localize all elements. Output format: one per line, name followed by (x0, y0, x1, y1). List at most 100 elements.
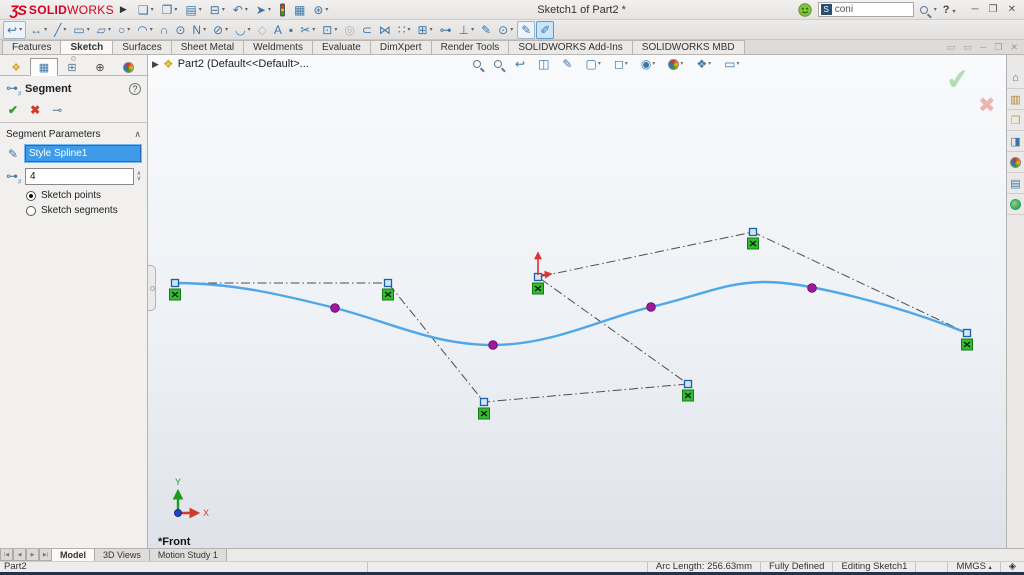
text-icon[interactable]: A (271, 22, 285, 38)
sheet-nav-button-1[interactable]: ◀ (13, 549, 26, 561)
radio-sketch-points[interactable]: Sketch points (0, 188, 147, 203)
undo-icon[interactable]: ↶▾ (230, 2, 251, 18)
mirror-entities-icon[interactable]: ⋈ (376, 22, 394, 38)
menu-flyout-arrow[interactable]: ▶ (120, 4, 127, 15)
spline-fit-point-0[interactable] (331, 304, 340, 313)
ribbon-tab-dimxpert[interactable]: DimXpert (370, 40, 432, 54)
ribbon-tab-sheet-metal[interactable]: Sheet Metal (171, 40, 244, 54)
display-style-icon[interactable]: ◻▾ (611, 56, 631, 72)
perimeter-circle-icon[interactable]: ⊙ (172, 22, 188, 38)
centerpoint-arc-icon[interactable]: ◠▾ (134, 22, 156, 38)
displaymanager-tab[interactable] (114, 58, 142, 76)
graphics-viewport[interactable]: YX*Front ▶ ❖ Part2 (Default<<Default>...… (148, 55, 1006, 548)
radio-button-selected[interactable] (26, 191, 36, 201)
sheet-nav-button-3[interactable]: ▶| (39, 549, 52, 561)
trim-entities-icon-dropdown[interactable]: ▾ (312, 23, 315, 37)
new-document-icon[interactable]: ❏▾ (135, 2, 157, 18)
dimxpertmanager-tab[interactable]: ⊕ (86, 58, 114, 76)
keep-visible-pin-icon[interactable]: ⊸ (52, 103, 62, 117)
spline-control-point-5[interactable] (750, 229, 757, 236)
doc-window-control-2[interactable]: ─ (980, 42, 986, 53)
task-pane-list-icon[interactable]: ▦ (291, 2, 308, 18)
minimize-button[interactable]: ─ (972, 4, 979, 15)
forum-icon[interactable] (1007, 194, 1024, 215)
ribbon-tab-surfaces[interactable]: Surfaces (112, 40, 171, 54)
search-input[interactable] (835, 4, 905, 15)
segment-parameters-section-header[interactable]: Segment Parameters ∧ (0, 123, 147, 142)
ribbon-tab-features[interactable]: Features (2, 40, 61, 54)
line-icon[interactable]: ╱▾ (51, 22, 69, 38)
units-selector[interactable]: MMGS ▴ (947, 562, 999, 572)
help-button[interactable]: ? ▾ (943, 4, 956, 16)
conic-icon[interactable]: ⊘▾ (210, 22, 231, 38)
spline-control-point-2[interactable] (481, 399, 488, 406)
bottom-tab-model[interactable]: Model (52, 549, 95, 561)
exit-sketch-icon-dropdown[interactable]: ▾ (19, 23, 22, 37)
circle-icon[interactable]: ○▾ (115, 22, 133, 38)
section-view-icon[interactable]: ◫ (535, 56, 552, 72)
spline-icon[interactable]: N▾ (189, 22, 209, 38)
spline-icon-dropdown[interactable]: ▾ (203, 23, 206, 37)
add-relation-icon[interactable]: ⊥▾ (456, 22, 477, 38)
spline-control-point-1[interactable] (385, 280, 392, 287)
ribbon-tab-weldments[interactable]: Weldments (243, 40, 313, 54)
open-icon[interactable]: ❐▾ (159, 2, 181, 18)
linear-sketch-pattern-icon-dropdown[interactable]: ▾ (408, 23, 411, 37)
cancel-button[interactable]: ✖ (30, 103, 40, 117)
featuremanager-tab[interactable]: ❖ (2, 58, 30, 76)
smart-dimension-icon[interactable]: ↔▾ (27, 22, 50, 38)
hide-show-items-icon-dropdown[interactable]: ▾ (652, 57, 655, 71)
display-delete-relations-icon-dropdown[interactable]: ▾ (430, 23, 433, 37)
design-library-icon[interactable]: ▥ (1007, 89, 1024, 110)
segment-icon[interactable]: ⊶ (437, 22, 455, 38)
edit-sketch-icon[interactable]: ✎ (517, 21, 535, 39)
sketch-fillet-icon-dropdown[interactable]: ▾ (248, 23, 251, 37)
exit-sketch-icon[interactable]: ↩▾ (3, 21, 26, 39)
apply-scene-icon[interactable]: ❖▾ (693, 56, 714, 72)
appearances-icon[interactable] (1007, 152, 1024, 173)
options-gear-icon-dropdown[interactable]: ▾ (325, 3, 328, 17)
edit-appearance-icon[interactable]: ▾ (665, 56, 686, 72)
select-icon[interactable]: ➤▾ (253, 2, 274, 18)
sketch-origin-x-arrow[interactable] (541, 274, 551, 275)
tree-expand-icon[interactable]: ▶ (152, 59, 159, 70)
display-style-icon-dropdown[interactable]: ▾ (625, 57, 628, 71)
centerpoint-arc-icon-dropdown[interactable]: ▾ (150, 23, 153, 37)
ribbon-tab-solidworks-add-ins[interactable]: SOLIDWORKS Add-Ins (508, 40, 632, 54)
style-spline-curve[interactable] (175, 282, 967, 345)
linear-sketch-pattern-icon[interactable]: ∷▾ (395, 22, 414, 38)
circle-icon-dropdown[interactable]: ▾ (127, 23, 130, 37)
options-gear-icon[interactable]: ⊛▾ (310, 2, 331, 18)
save-icon[interactable]: ▤▾ (182, 2, 204, 18)
print-icon[interactable]: ⊟▾ (207, 2, 228, 18)
spline-control-point-6[interactable] (964, 330, 971, 337)
active-tool-icon[interactable]: ✐ (536, 21, 554, 39)
traffic-light-icon[interactable] (276, 2, 289, 18)
display-delete-relations-icon[interactable]: ⊞▾ (415, 22, 436, 38)
radio-button[interactable] (26, 206, 36, 216)
dynamic-annotation-icon[interactable]: ✎ (559, 56, 575, 72)
close-button[interactable]: ✕ (1008, 4, 1016, 15)
hide-show-items-icon[interactable]: ◉▾ (638, 56, 659, 72)
view-settings-icon-dropdown[interactable]: ▾ (736, 57, 739, 71)
feature-tree-breadcrumb[interactable]: ▶ ❖ Part2 (Default<<Default>... (152, 57, 309, 71)
confirm-sketch-icon[interactable]: ✔ (944, 62, 971, 97)
spinner-down-icon[interactable]: ∨ (137, 177, 141, 182)
straight-slot-icon[interactable]: ▱▾ (94, 22, 114, 38)
search-dropdown-icon[interactable]: ▾ (934, 6, 937, 13)
collapse-chevron-icon[interactable]: ∧ (134, 129, 141, 140)
panel-help-icon[interactable]: ? (129, 83, 141, 95)
ribbon-tab-sketch[interactable]: Sketch (60, 40, 113, 54)
spline-control-point-3[interactable] (685, 381, 692, 388)
units-caret-icon[interactable]: ▴ (989, 565, 992, 571)
bottom-tab-3d-views[interactable]: 3D Views (95, 549, 150, 561)
zoom-to-fit-icon[interactable] (470, 59, 484, 69)
view-settings-icon[interactable]: ▭▾ (721, 56, 742, 72)
apply-scene-icon-dropdown[interactable]: ▾ (708, 57, 711, 71)
custom-properties-icon[interactable]: ▤ (1007, 173, 1024, 194)
doc-window-control-4[interactable]: ✕ (1010, 42, 1018, 53)
doc-window-control-3[interactable]: ❐ (994, 42, 1002, 53)
restore-button[interactable]: ❐ (989, 4, 998, 15)
undo-icon-dropdown[interactable]: ▾ (245, 3, 248, 17)
panel-splitter-handle[interactable] (71, 56, 76, 61)
